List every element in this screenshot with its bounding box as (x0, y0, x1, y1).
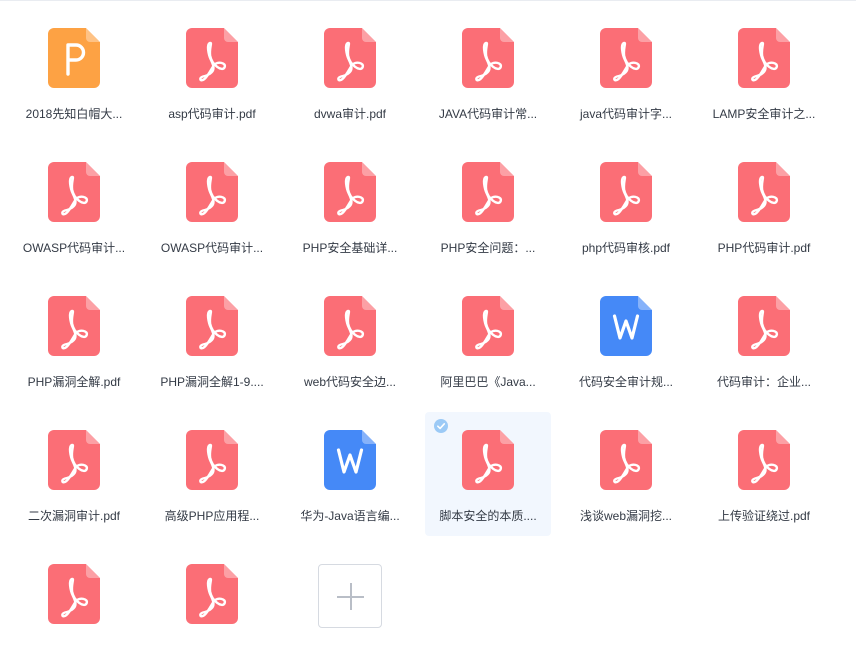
file-item[interactable]: PHP安全基础详... (287, 144, 413, 268)
file-name: PHP安全问题：... (440, 241, 536, 255)
file-name: 浅谈web漏洞挖... (579, 509, 673, 523)
file-item[interactable]: PHP代码审计.pdf (701, 144, 827, 268)
pdf-file-icon (48, 564, 100, 624)
pdf-file-icon (738, 430, 790, 490)
file-item[interactable]: 二次漏洞审计.pdf (11, 412, 137, 536)
word-file-icon (324, 430, 376, 490)
file-name: 2018先知白帽大... (25, 107, 123, 121)
pdf-file-icon (462, 296, 514, 356)
file-name: 代码审计：企业... (716, 375, 811, 389)
pdf-file-icon (462, 28, 514, 88)
pdf-file-icon (48, 296, 100, 356)
file-name: 阿里巴巴《Java... (440, 375, 536, 389)
pdf-file-icon (600, 28, 652, 88)
file-item[interactable]: 代码安全审计规... (563, 278, 689, 402)
pdf-file-icon (186, 28, 238, 88)
file-item[interactable]: PHP安全问题：... (425, 144, 551, 268)
file-name: JAVA代码审计常... (438, 107, 538, 121)
pdf-file-icon (48, 162, 100, 222)
file-item[interactable]: asp代码审计.pdf (149, 10, 275, 134)
file-item[interactable]: 代码审计：企业... (701, 278, 827, 402)
pdf-file-icon (324, 162, 376, 222)
file-item[interactable]: 浅谈web漏洞挖... (563, 412, 689, 536)
file-item[interactable]: dvwa审计.pdf (287, 10, 413, 134)
file-name: OWASP代码审计... (22, 241, 126, 255)
pdf-file-icon (324, 296, 376, 356)
file-item[interactable]: PHP漏洞全解1-9.... (149, 278, 275, 402)
file-name: asp代码审计.pdf (168, 107, 256, 121)
file-name: 华为-Java语言编... (300, 509, 400, 523)
file-item[interactable]: JAVA代码审计常... (425, 10, 551, 134)
pdf-file-icon (462, 162, 514, 222)
pdf-file-icon (186, 296, 238, 356)
file-item[interactable]: OWASP代码审计... (11, 144, 137, 268)
file-name: PHP漏洞全解1-9.... (160, 375, 264, 389)
word-file-icon (600, 296, 652, 356)
file-name: PHP安全基础详... (302, 241, 398, 255)
file-item[interactable]: PHP漏洞全解.pdf (11, 278, 137, 402)
file-name: PHP代码审计.pdf (717, 241, 811, 255)
file-item[interactable]: 脚本安全的本质.... (425, 412, 551, 536)
file-item[interactable] (149, 546, 275, 670)
top-divider (0, 0, 856, 1)
file-name: PHP漏洞全解.pdf (27, 375, 121, 389)
file-name: 二次漏洞审计.pdf (27, 509, 121, 523)
selected-check-icon[interactable] (434, 419, 448, 433)
file-name: dvwa审计.pdf (313, 107, 387, 121)
pdf-file-icon (186, 162, 238, 222)
file-name: LAMP安全审计之... (712, 107, 816, 121)
pdf-file-icon (600, 430, 652, 490)
file-item[interactable]: php代码审核.pdf (563, 144, 689, 268)
add-file-button[interactable] (318, 564, 382, 628)
file-item[interactable]: 高级PHP应用程... (149, 412, 275, 536)
pdf-file-icon (462, 430, 514, 490)
file-item[interactable]: 华为-Java语言编... (287, 412, 413, 536)
file-item[interactable]: 2018先知白帽大... (11, 10, 137, 134)
file-name: java代码审计字... (579, 107, 673, 121)
file-name: 上传验证绕过.pdf (717, 509, 811, 523)
pdf-file-icon (48, 430, 100, 490)
file-item[interactable] (11, 546, 137, 670)
pdf-file-icon (738, 28, 790, 88)
pdf-file-icon (600, 162, 652, 222)
file-name: 代码安全审计规... (578, 375, 673, 389)
file-item[interactable]: web代码安全边... (287, 278, 413, 402)
file-item[interactable]: java代码审计字... (563, 10, 689, 134)
pdf-file-icon (738, 162, 790, 222)
pdf-file-icon (186, 430, 238, 490)
file-item[interactable]: 上传验证绕过.pdf (701, 412, 827, 536)
file-item[interactable]: OWASP代码审计... (149, 144, 275, 268)
file-name: web代码安全边... (303, 375, 397, 389)
file-item[interactable]: 阿里巴巴《Java... (425, 278, 551, 402)
file-name: OWASP代码审计... (160, 241, 264, 255)
pdf-file-icon (738, 296, 790, 356)
pdf-file-icon (186, 564, 238, 624)
file-item[interactable]: LAMP安全审计之... (701, 10, 827, 134)
file-name: php代码审核.pdf (581, 241, 671, 255)
file-name: 脚本安全的本质.... (439, 509, 537, 523)
file-name: 高级PHP应用程... (164, 509, 260, 523)
pdf-file-icon (324, 28, 376, 88)
ppt-file-icon (48, 28, 100, 88)
